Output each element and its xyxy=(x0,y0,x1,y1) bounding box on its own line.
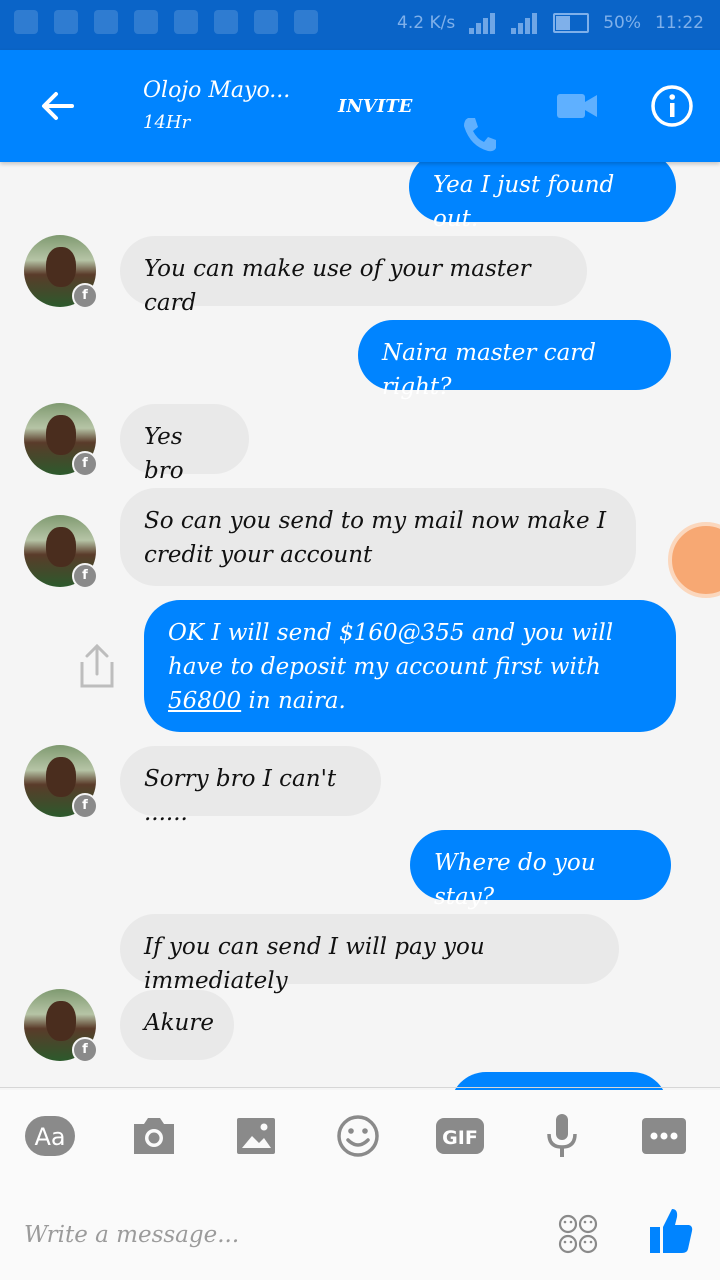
facebook-badge-icon: f xyxy=(72,283,98,309)
outgoing-message[interactable]: Where do you stay? xyxy=(410,830,671,910)
notification-icons xyxy=(14,10,318,34)
incoming-message[interactable]: Akure xyxy=(120,990,234,1060)
active-status: 14Hr xyxy=(143,112,191,133)
check-icon xyxy=(134,10,158,34)
avatar[interactable]: f xyxy=(24,745,98,819)
avatar[interactable]: f xyxy=(24,403,98,477)
stickers-icon[interactable] xyxy=(556,1212,600,1256)
share-icon[interactable] xyxy=(74,640,120,692)
message-text: OK I will send $160@355 and you will hav… xyxy=(168,620,614,680)
outgoing-message[interactable]: OK I will send $160@355 and you will hav… xyxy=(144,600,676,732)
emoji-icon[interactable] xyxy=(332,1112,384,1160)
signal-2-icon xyxy=(511,12,539,34)
incoming-message[interactable]: Yes bro xyxy=(120,404,249,484)
text-tool-icon[interactable]: Aa xyxy=(24,1112,76,1160)
avatar[interactable]: f xyxy=(24,235,98,309)
image-icon[interactable] xyxy=(230,1112,282,1160)
back-arrow-icon[interactable] xyxy=(36,84,80,128)
chat-icon xyxy=(254,10,278,34)
facebook-badge-icon: f xyxy=(72,451,98,477)
contact-name[interactable]: Olojo Mayo... xyxy=(143,78,290,103)
phone-number-link[interactable]: 56800 xyxy=(168,688,241,714)
gallery-icon xyxy=(174,10,198,34)
battery-level: 50% xyxy=(603,13,641,33)
more-icon[interactable] xyxy=(638,1112,690,1160)
system-status: 4.2 K/s 50% 11:22 xyxy=(397,12,704,34)
battery-icon xyxy=(553,13,590,33)
add-icon xyxy=(14,10,38,34)
composer-divider xyxy=(0,1087,720,1088)
facebook-badge-icon: f xyxy=(72,793,98,819)
signal-icon xyxy=(469,12,497,34)
camera-icon[interactable] xyxy=(128,1112,180,1160)
text-tool-label: Aa xyxy=(34,1123,65,1151)
opera-icon xyxy=(294,10,318,34)
status-bar: 4.2 K/s 50% 11:22 xyxy=(0,0,720,50)
microphone-icon[interactable] xyxy=(536,1112,588,1160)
outgoing-message[interactable]: Naira master card right? xyxy=(358,320,671,400)
facebook-badge-icon: f xyxy=(72,1037,98,1063)
avatar[interactable]: f xyxy=(24,989,98,1063)
info-icon[interactable] xyxy=(650,84,694,128)
gif-label: GIF xyxy=(442,1127,478,1149)
whatsapp-icon xyxy=(94,10,118,34)
gif-icon[interactable]: GIF xyxy=(434,1112,486,1160)
avatar[interactable]: f xyxy=(24,515,98,589)
thumbs-up-icon[interactable] xyxy=(648,1205,694,1255)
video-camera-icon[interactable] xyxy=(555,86,599,126)
message-input[interactable] xyxy=(22,1210,486,1260)
twitter-icon xyxy=(214,10,238,34)
incoming-message[interactable]: You can make use of your master card xyxy=(120,236,587,316)
incoming-message[interactable]: If you can send I will pay you immediate… xyxy=(120,914,619,994)
invite-button[interactable]: INVITE xyxy=(338,96,412,117)
video-chat-icon[interactable] xyxy=(668,522,720,598)
outgoing-message[interactable]: Yea I just found out. xyxy=(409,152,676,232)
incoming-message[interactable]: Sorry bro I can't ...... xyxy=(120,746,381,826)
network-speed: 4.2 K/s xyxy=(397,13,456,33)
message-text: in naira. xyxy=(241,688,346,714)
shield-icon xyxy=(54,10,78,34)
phone-icon[interactable] xyxy=(458,112,502,156)
conversation-header: Olojo Mayo... 14Hr INVITE xyxy=(0,50,720,162)
facebook-badge-icon: f xyxy=(72,563,98,589)
clock: 11:22 xyxy=(655,13,704,33)
incoming-message[interactable]: So can you send to my mail now make I cr… xyxy=(120,488,636,586)
